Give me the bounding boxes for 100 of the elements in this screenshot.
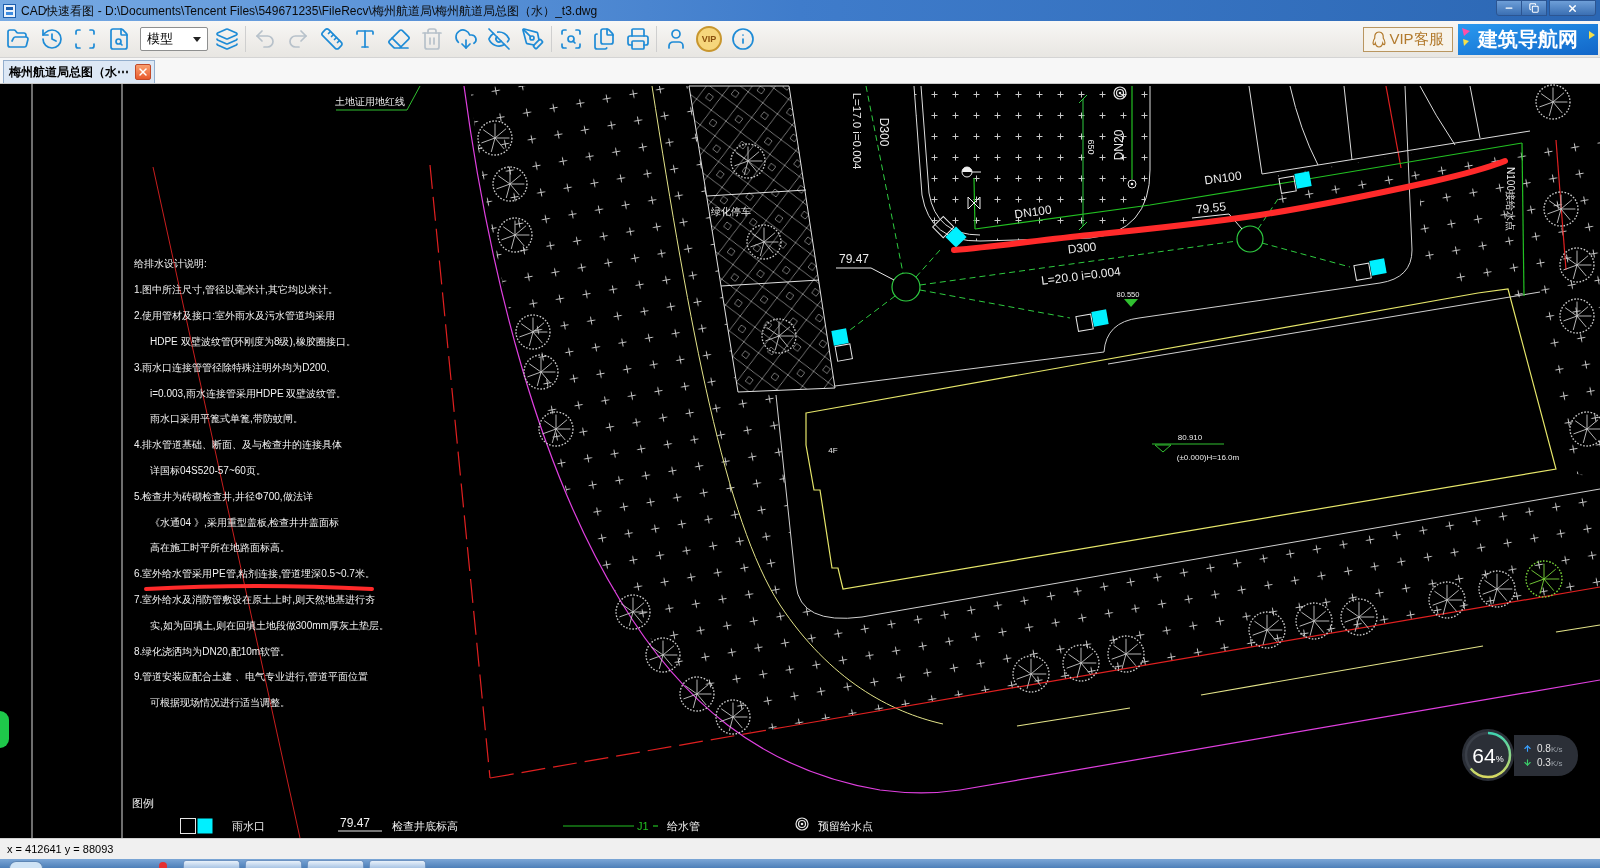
tree-icon bbox=[1525, 560, 1563, 598]
elevation-label: 79.47 bbox=[839, 252, 869, 266]
dimension-label: 650 bbox=[1086, 139, 1096, 155]
layers-icon bbox=[214, 27, 239, 51]
confetti-icon bbox=[1461, 26, 1471, 47]
note-line: 7.室外给水及消防管敷设在原土上时,则天然地基进行夯 bbox=[134, 593, 376, 605]
water-point-icon bbox=[1113, 86, 1127, 100]
note-line: HDPE 双壁波纹管(环刚度为8级),橡胶圈接口。 bbox=[150, 335, 356, 347]
rain-inlet-icon bbox=[1278, 171, 1312, 194]
scan-search-icon bbox=[558, 27, 583, 51]
usage-percent: 64 bbox=[1472, 744, 1496, 766]
layout-select[interactable]: 模型 bbox=[140, 27, 208, 51]
ruler-icon bbox=[319, 27, 344, 51]
start-button[interactable] bbox=[9, 861, 43, 868]
trash-icon bbox=[420, 27, 444, 51]
download-arrow-icon bbox=[1523, 758, 1532, 767]
drain-pipe-line bbox=[849, 295, 896, 331]
tree-icon bbox=[1012, 655, 1050, 693]
floor-label: 4F bbox=[828, 445, 838, 455]
legend-label: 预留给水点 bbox=[818, 820, 873, 832]
taskbar-button[interactable] bbox=[183, 860, 240, 868]
water-point-icon bbox=[795, 817, 809, 831]
site-banner-link[interactable]: 建筑导航网 bbox=[1458, 23, 1598, 55]
rain-inlet-icon bbox=[932, 216, 967, 248]
folder-icon bbox=[6, 27, 30, 51]
note-line: 实,如为回填土,则在回填土地段做300mm厚灰土垫层。 bbox=[150, 619, 389, 631]
tree-icon bbox=[1295, 602, 1333, 640]
legend-label: 给水管 bbox=[667, 820, 700, 832]
cloud-download-icon bbox=[453, 27, 478, 51]
upload-speed: 0.8K/s bbox=[1537, 743, 1563, 754]
tree-icon bbox=[615, 594, 651, 630]
note-line: 详国标04S520-57~60页。 bbox=[150, 464, 266, 476]
pipe-slope-label: L=20.0 i=0.004 bbox=[1040, 264, 1122, 288]
leader-line bbox=[1191, 213, 1243, 230]
download-speed: 0.3K/s bbox=[1537, 757, 1563, 768]
ring-icon bbox=[1127, 179, 1137, 189]
taskbar-button[interactable] bbox=[245, 860, 302, 868]
manhole-icon bbox=[891, 272, 921, 302]
tree-icon bbox=[715, 699, 751, 735]
tree-icon bbox=[1559, 247, 1595, 283]
supply-point-label: N100接给水点 bbox=[1504, 167, 1516, 231]
tab-close-button[interactable] bbox=[135, 64, 151, 80]
hydrant-icon bbox=[961, 166, 982, 178]
info-icon bbox=[730, 27, 755, 51]
elevation-marker-icon bbox=[1154, 444, 1172, 453]
eye-off-icon bbox=[487, 27, 511, 51]
confetti-icon bbox=[1588, 29, 1596, 40]
vip-service-button[interactable]: VIP客服 bbox=[1363, 26, 1453, 52]
minimize-button[interactable] bbox=[1496, 0, 1522, 16]
note-line: 1.图中所注尺寸,管径以毫米计,其它均以米计。 bbox=[134, 284, 338, 296]
elevation-label: 80.910 bbox=[1177, 432, 1203, 442]
clock-icon bbox=[39, 27, 64, 51]
note-line: 4.排水管道基础、断面、及与检查井的连接具体 bbox=[134, 439, 343, 451]
close-icon bbox=[1567, 2, 1578, 14]
pipe-slope-label: L=17.0 i=0.004 bbox=[851, 92, 863, 170]
pipe-size-label: DN100 bbox=[1203, 168, 1243, 188]
eraser-icon bbox=[386, 27, 411, 51]
notes-title: 给排水设计说明: bbox=[134, 257, 207, 269]
percent-sign: % bbox=[1495, 754, 1504, 764]
side-handle[interactable] bbox=[0, 711, 9, 748]
note-line: 6.室外给水管采用PE管,粘剂连接,管道埋深0.5~0.7米。 bbox=[134, 568, 375, 580]
tree-icon bbox=[497, 217, 533, 253]
elevation-label: 79.55 bbox=[1195, 199, 1227, 217]
taskbar-button[interactable] bbox=[369, 860, 426, 868]
legend-title: 图例 bbox=[132, 797, 154, 809]
rain-inlet-icon bbox=[1353, 258, 1387, 281]
note-line: 《水通04 》,采用重型盖板,检查井井盖面标 bbox=[150, 516, 340, 528]
close-button[interactable] bbox=[1549, 0, 1596, 16]
note-line: 5.检查井为砖砌检查井,井径Φ700,做法详 bbox=[134, 490, 313, 502]
tree-icon bbox=[1107, 635, 1145, 673]
lane-marking-line bbox=[1555, 624, 1600, 633]
note-line: 9.管道安装应配合土建 、电气专业进行,管道平面位置 bbox=[134, 671, 368, 683]
tree-icon bbox=[1248, 611, 1286, 649]
area-label: 绿化停车 bbox=[711, 205, 751, 217]
tree-icon bbox=[761, 318, 797, 354]
text-icon bbox=[353, 27, 377, 51]
taskbar-button[interactable] bbox=[307, 860, 364, 868]
close-icon bbox=[137, 66, 149, 78]
note-line: 3.雨水口连接管管径除特殊注明外均为D200、 bbox=[134, 361, 337, 373]
window-title: CAD快速看图 - D:\Documents\Tencent Files\549671235\FileRecv\梅州航道局\梅州航道局总图（水）_t3.dwg bbox=[21, 2, 598, 20]
note-line: 雨水口采用平篦式单篦,带防蚊闸。 bbox=[150, 413, 303, 425]
valve-icon bbox=[967, 196, 981, 210]
tree-icon bbox=[515, 314, 551, 350]
tree-icon bbox=[477, 120, 513, 156]
tree-icon bbox=[538, 411, 574, 447]
restore-button[interactable] bbox=[1522, 0, 1547, 16]
vip-button[interactable]: VIP bbox=[696, 26, 722, 52]
tree-icon bbox=[1428, 581, 1466, 619]
drawing-canvas[interactable] bbox=[0, 83, 1600, 838]
tree-icon bbox=[1559, 298, 1595, 334]
caret-icon bbox=[193, 36, 201, 42]
document-tab[interactable]: 梅州航道局总图（水⋯ bbox=[3, 60, 155, 83]
elevation-marker-icon bbox=[1124, 299, 1138, 307]
rain-inlet-icon bbox=[831, 328, 853, 362]
tree-icon bbox=[1543, 191, 1579, 227]
tree-icon bbox=[730, 143, 766, 179]
note-line: 8.绿化浇洒均为DN20,配10m软管。 bbox=[134, 645, 291, 657]
pipe-size-label: D300 bbox=[1067, 239, 1097, 257]
manhole-icon bbox=[1236, 225, 1264, 253]
tree-icon bbox=[1478, 570, 1516, 608]
